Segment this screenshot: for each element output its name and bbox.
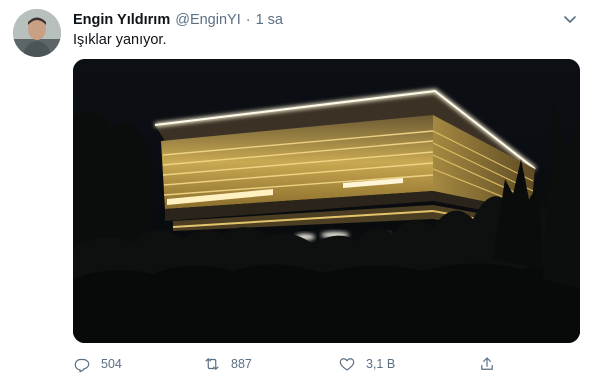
- author-handle[interactable]: @EnginYI: [175, 12, 241, 28]
- tweet-header: Engin Yıldırım @EnginYI · 1 sa: [73, 10, 583, 30]
- tweet-text: Işıklar yanıyor.: [73, 32, 167, 48]
- author-avatar[interactable]: [13, 9, 61, 57]
- avatar-photo: [13, 9, 61, 57]
- author-name[interactable]: Engin Yıldırım: [73, 12, 170, 28]
- share-button[interactable]: [478, 355, 506, 373]
- like-icon: [339, 358, 355, 371]
- reply-icon: [74, 358, 90, 373]
- retweet-icon: [205, 358, 219, 370]
- building-night-photo: [73, 59, 580, 343]
- like-count: 3,1 B: [366, 357, 396, 371]
- reply-button[interactable]: 504: [73, 355, 122, 373]
- retweet-button[interactable]: 887: [203, 355, 252, 373]
- tweet-media-photo[interactable]: [73, 59, 580, 343]
- tweet-card[interactable]: Engin Yıldırım @EnginYI · 1 sa Işıklar y…: [0, 0, 593, 379]
- separator-dot: ·: [245, 12, 251, 28]
- reply-count: 504: [101, 357, 122, 371]
- like-button[interactable]: 3,1 B: [338, 355, 395, 373]
- more-caret-icon[interactable]: [561, 10, 579, 28]
- retweet-count: 887: [231, 357, 252, 371]
- share-icon: [481, 357, 493, 370]
- tweet-actions: 504 887 3,1 B: [73, 353, 513, 375]
- tweet-timestamp[interactable]: 1 sa: [256, 12, 283, 28]
